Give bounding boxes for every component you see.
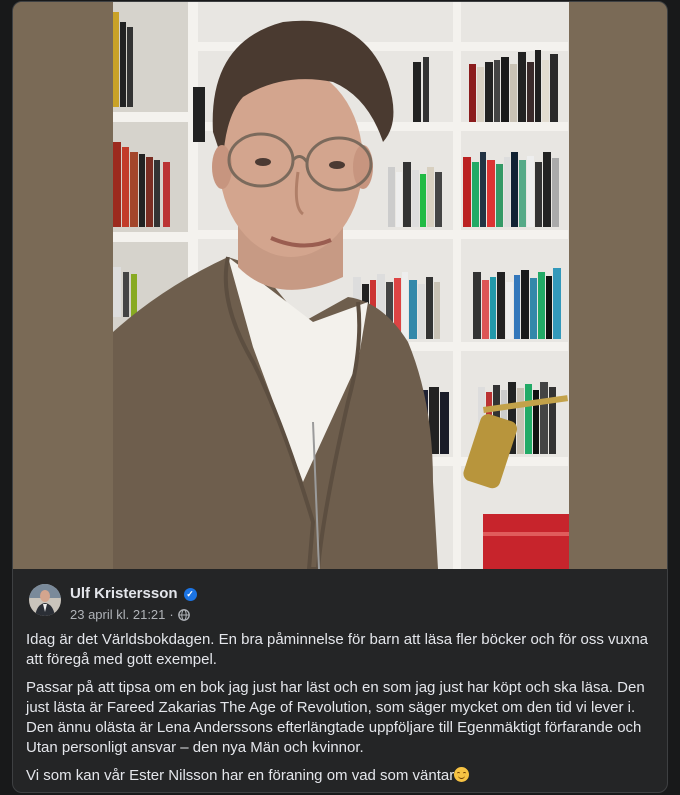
post-header: Ulf Kristersson ✓ 23 april kl. 21:21 · (29, 583, 649, 623)
post-paragraph-last: Vi som kan vår Ester Nilsson har en föra… (26, 766, 656, 786)
smiling-face-icon (454, 767, 470, 782)
post-text: Idag är det Världsbokdagen. En bra påmin… (26, 630, 656, 792)
video-frame (13, 2, 667, 569)
post-timestamp[interactable]: 23 april kl. 21:21 (70, 607, 165, 623)
author-name[interactable]: Ulf Kristersson (70, 585, 178, 603)
post-paragraph: Idag är det Världsbokdagen. En bra påmin… (26, 631, 649, 668)
globe-icon (177, 609, 190, 621)
post-card: Ulf Kristersson ✓ 23 april kl. 21:21 · I… (12, 1, 668, 793)
post-meta: 23 april kl. 21:21 · (70, 607, 190, 623)
author-row: Ulf Kristersson ✓ (70, 585, 197, 603)
verified-badge-icon: ✓ (183, 587, 197, 601)
post-paragraph: Passar på att tipsa om en bok jag just h… (26, 679, 645, 756)
post-paragraph-text: Vi som kan vår Ester Nilsson har en föra… (26, 767, 455, 784)
post-video[interactable] (13, 2, 667, 569)
avatar[interactable] (29, 584, 61, 616)
meta-separator: · (169, 607, 174, 622)
